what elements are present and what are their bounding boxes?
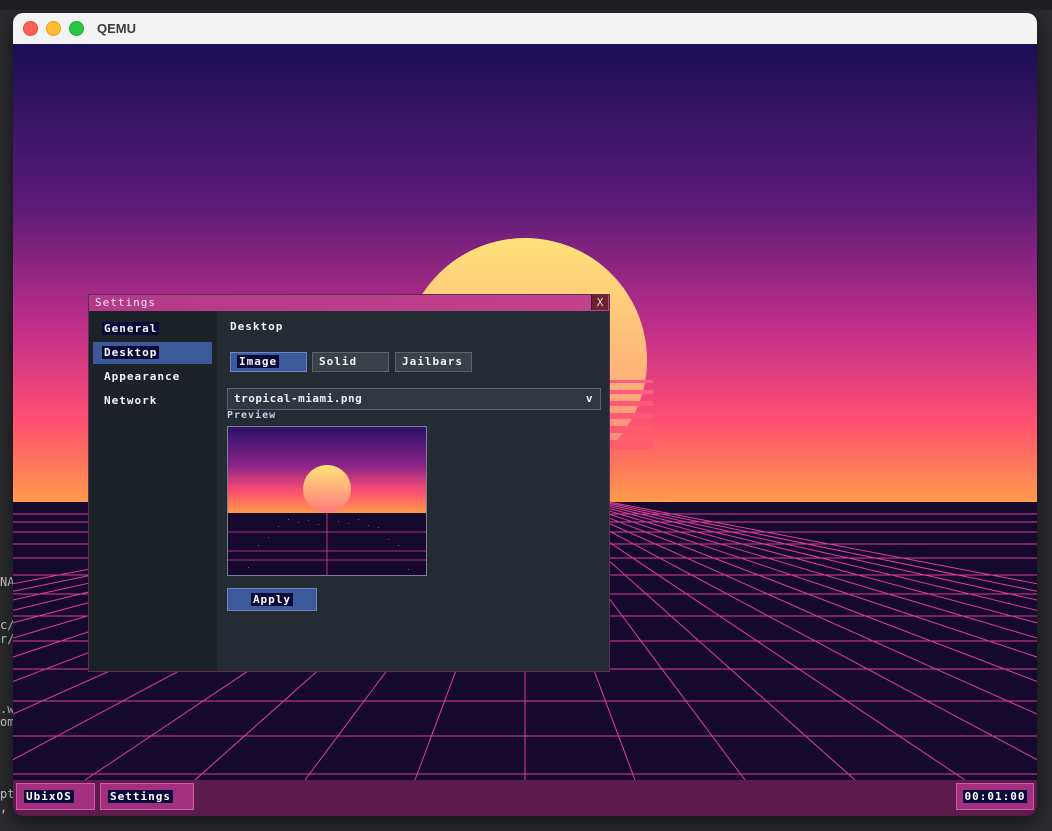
settings-content: Desktop Image Solid Jailbars tropical-mi… [217,311,609,671]
settings-window: Settings X General Desktop Appearance Ne… [88,294,610,672]
wallpaper-preview [227,426,427,576]
apply-button[interactable]: Apply [227,588,317,611]
sidebar-item-appearance[interactable]: Appearance [93,366,212,388]
wallpaper-preview-image [228,427,426,575]
tab-label: Jailbars [402,355,463,368]
sidebar-item-label: Appearance [104,370,181,383]
host-top-bar [0,0,1052,10]
taskbar: UbixOS Settings 00:01:00 [13,780,1037,816]
clock-label: 00:01:00 [962,790,1028,803]
window-close-button[interactable] [23,21,38,36]
sidebar-item-label: Desktop [102,346,160,359]
chevron-down-icon: v [585,392,593,405]
apply-button-label: Apply [250,593,294,606]
wallpaper-select[interactable]: tropical-miami.png v [227,388,601,410]
guest-screen[interactable]: Settings X General Desktop Appearance Ne… [13,44,1037,816]
settings-window-title: Settings [95,296,156,309]
tab-label: Solid [319,355,358,368]
tab-solid[interactable]: Solid [312,352,389,372]
taskbar-item-label: Settings [108,790,173,803]
taskbar-clock: 00:01:00 [956,783,1034,810]
sidebar-item-general[interactable]: General [93,318,212,340]
taskbar-item-settings[interactable]: Settings [100,783,194,810]
window-title: QEMU [97,21,136,36]
wallpaper-select-value: tropical-miami.png [234,392,363,405]
sidebar-item-label: Network [104,394,158,407]
tab-image[interactable]: Image [230,352,307,372]
window-maximize-button[interactable] [69,21,84,36]
sidebar-item-label: General [102,322,160,335]
qemu-titlebar[interactable]: QEMU [13,13,1037,45]
section-title: Desktop [230,320,284,333]
tab-jailbars[interactable]: Jailbars [395,352,472,372]
tab-label: Image [237,355,280,368]
start-button-label: UbixOS [24,790,74,803]
settings-close-button[interactable]: X [591,295,608,310]
sidebar-item-network[interactable]: Network [93,390,212,412]
preview-label: Preview [227,410,277,421]
window-minimize-button[interactable] [46,21,61,36]
sidebar-item-desktop[interactable]: Desktop [93,342,212,364]
settings-sidebar: General Desktop Appearance Network [89,311,217,671]
qemu-window: QEMU Settings X General Desktop Appearan… [13,13,1037,816]
start-button[interactable]: UbixOS [16,783,95,810]
settings-titlebar[interactable]: Settings X [89,295,609,311]
